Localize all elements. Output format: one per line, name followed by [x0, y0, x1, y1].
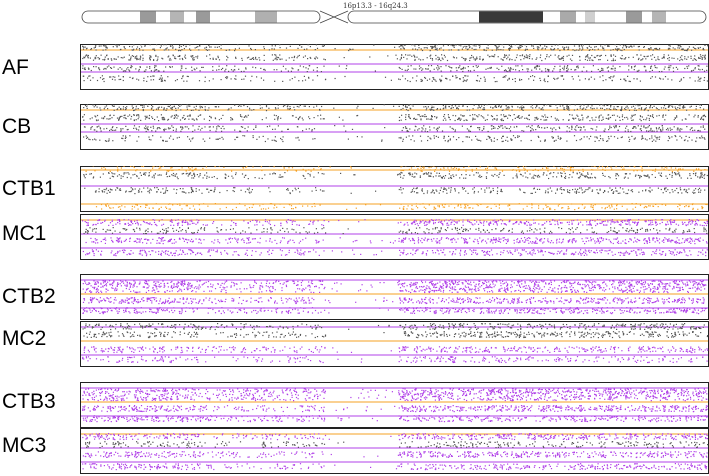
region-label: 16p13.3 - 16q24.3 — [343, 2, 408, 10]
track-panel-ctb1 — [80, 166, 709, 212]
track-panel-ctb2 — [80, 274, 709, 320]
track-label-af: AF — [2, 56, 29, 79]
chromosome-ideogram: 16p13.3 - 16q24.3 — [80, 0, 709, 30]
track-label-cb: CB — [2, 115, 32, 138]
track-panel-af — [80, 44, 709, 90]
track-label-mc2: MC2 — [2, 327, 47, 350]
track-label-ctb2: CTB2 — [2, 285, 56, 308]
track-label-mc1: MC1 — [2, 222, 47, 245]
track-panel-cb — [80, 104, 709, 150]
track-panel-mc3 — [80, 428, 709, 474]
track-panel-mc2 — [80, 321, 709, 367]
track-panel-mc1 — [80, 214, 709, 260]
track-panel-ctb3 — [80, 382, 709, 428]
track-label-ctb3: CTB3 — [2, 390, 56, 413]
track-label-mc3: MC3 — [2, 434, 47, 457]
track-label-ctb1: CTB1 — [2, 177, 56, 200]
